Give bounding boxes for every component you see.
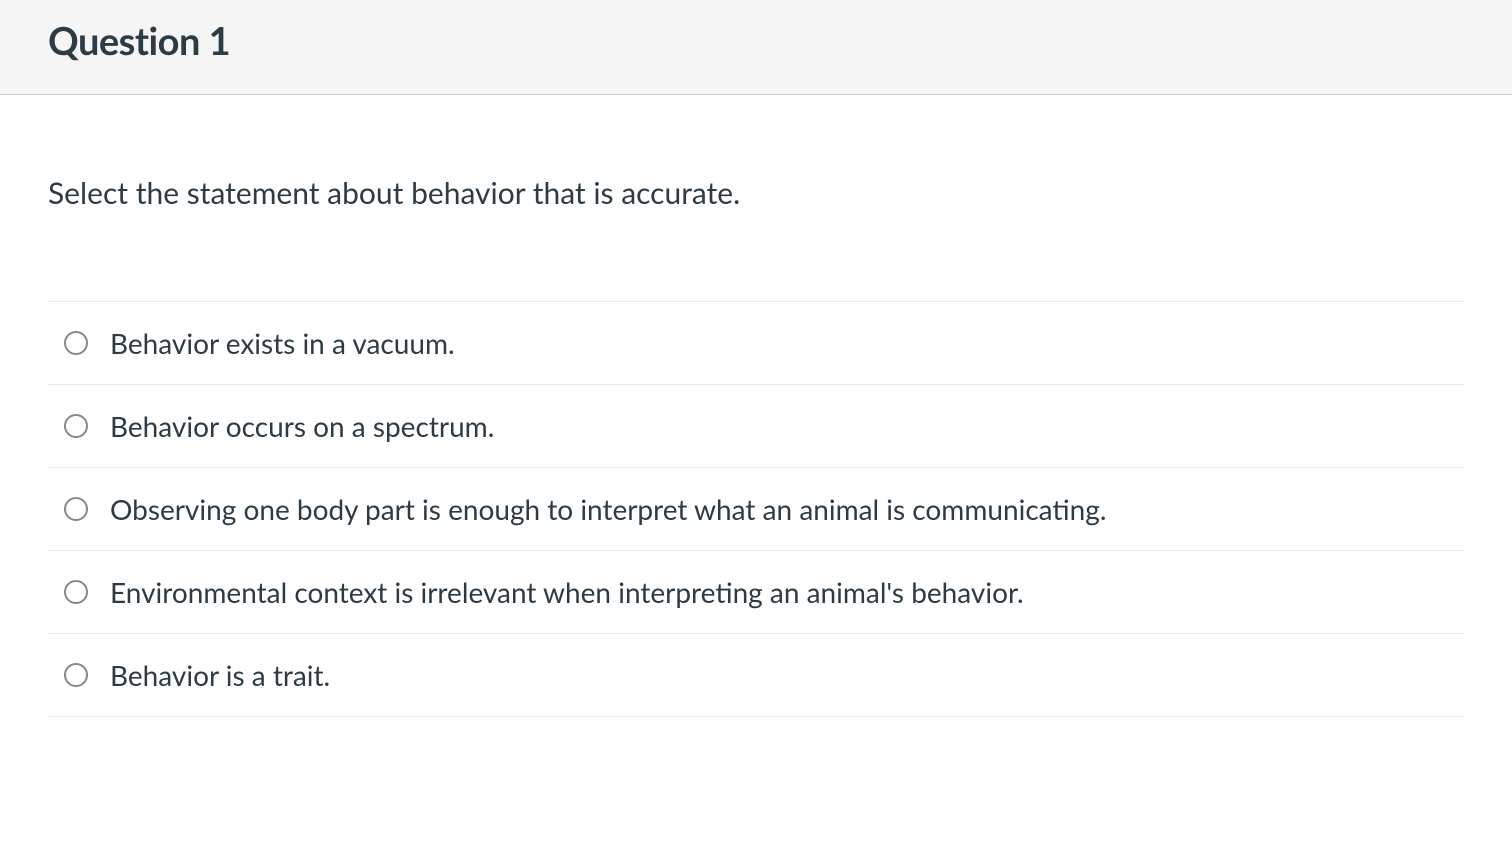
question-prompt: Select the statement about behavior that…: [48, 175, 1464, 211]
radio-icon[interactable]: [64, 414, 88, 438]
question-title: Question 1: [48, 18, 1464, 64]
radio-icon[interactable]: [64, 663, 88, 687]
option-row[interactable]: Behavior occurs on a spectrum.: [48, 385, 1464, 468]
option-row[interactable]: Behavior is a trait.: [48, 634, 1464, 717]
option-label: Environmental context is irrelevant when…: [110, 575, 1024, 609]
option-label: Behavior is a trait.: [110, 658, 330, 692]
option-row[interactable]: Environmental context is irrelevant when…: [48, 551, 1464, 634]
radio-icon[interactable]: [64, 497, 88, 521]
option-row[interactable]: Observing one body part is enough to int…: [48, 468, 1464, 551]
option-label: Behavior exists in a vacuum.: [110, 326, 455, 360]
radio-icon[interactable]: [64, 580, 88, 604]
question-content: Select the statement about behavior that…: [0, 95, 1512, 717]
option-label: Behavior occurs on a spectrum.: [110, 409, 494, 443]
question-header: Question 1: [0, 0, 1512, 95]
option-label: Observing one body part is enough to int…: [110, 492, 1106, 526]
option-row[interactable]: Behavior exists in a vacuum.: [48, 302, 1464, 385]
radio-icon[interactable]: [64, 331, 88, 355]
options-list: Behavior exists in a vacuum. Behavior oc…: [48, 301, 1464, 717]
